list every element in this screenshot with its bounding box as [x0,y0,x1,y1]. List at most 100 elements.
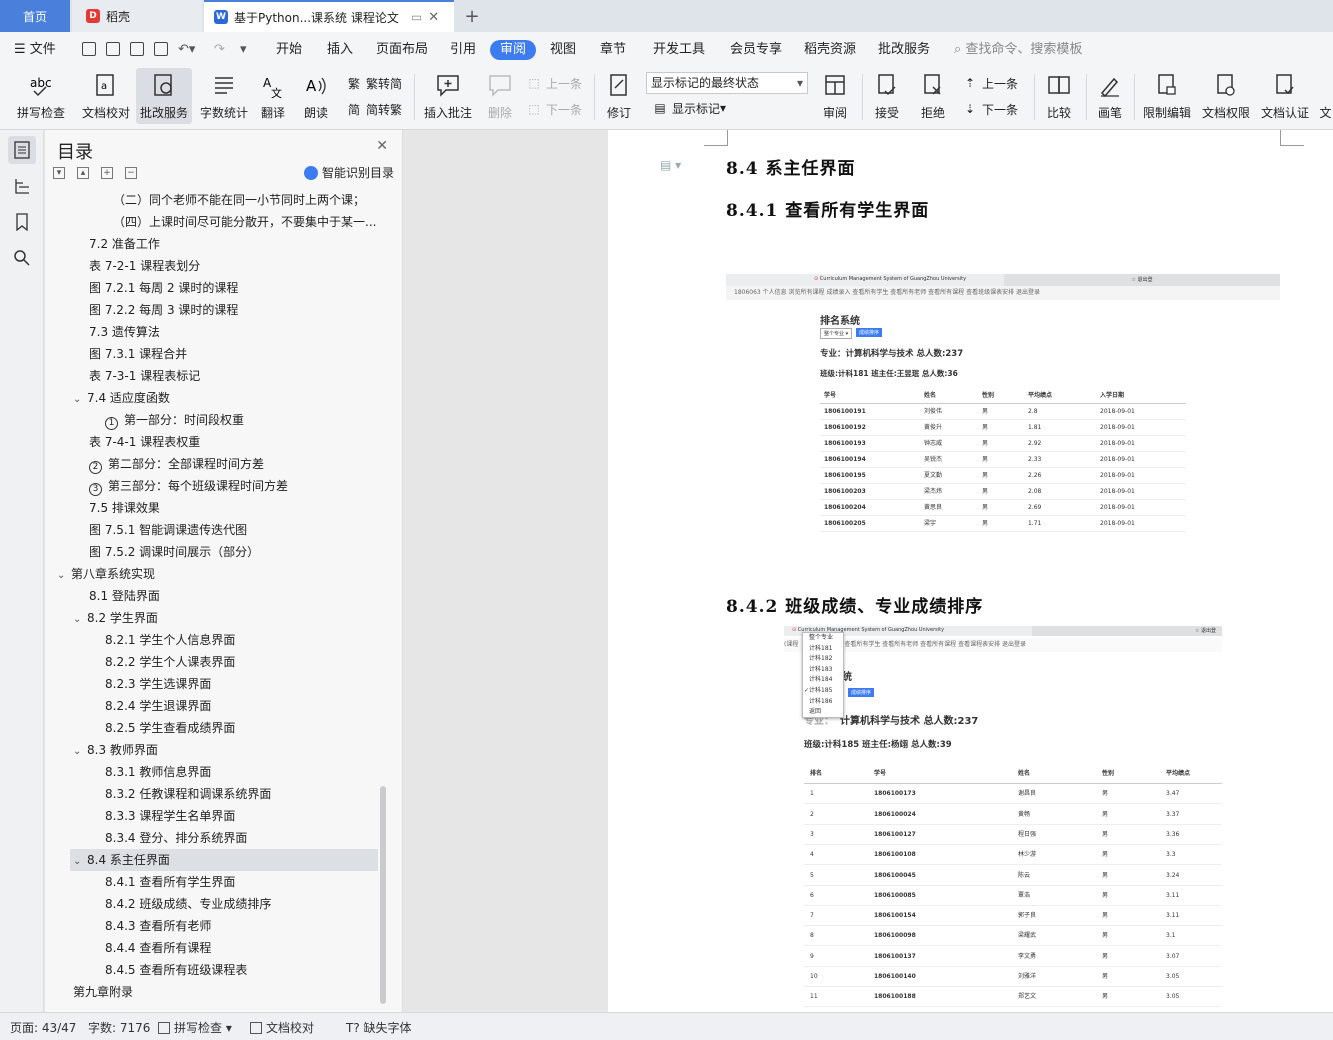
delete-comment-button[interactable]: 删除 [480,68,520,124]
tab-daoke[interactable]: D 稻壳 [72,0,202,32]
reject-button[interactable]: 拒绝 [914,68,952,124]
menu-reference[interactable]: 引用 [450,40,476,60]
search-icon[interactable] [8,244,36,272]
chevron-down-icon[interactable]: ⌄ [73,389,87,409]
chevron-down-icon[interactable]: ▾ [240,40,247,60]
toc-item[interactable]: 图 7.2.2 每周 3 课时的课程 [45,299,377,321]
translate-button[interactable]: A文 翻译 [256,68,290,124]
toc-item[interactable]: 表 7-3-1 课程表标记 [45,365,377,387]
toc-item[interactable]: 表 7-2-1 课程表划分 [45,255,377,277]
toc-item[interactable]: 8.3.4 登分、排分系统界面 [45,827,377,849]
toc-item[interactable]: 图 7.5.2 调课时间展示（部分） [45,541,377,563]
menu-devtools[interactable]: 开发工具 [653,40,705,60]
read-aloud-button[interactable]: A 朗读 [298,68,334,124]
restrict-edit-button[interactable]: 限制编辑 [1140,68,1194,124]
expand-all-icon[interactable]: ▾ [53,167,65,179]
toc-item[interactable]: ⌄ 7.4 适应度函数 [45,387,377,409]
toc-item[interactable]: 8.4.2 班级成绩、专业成绩排序 [45,893,377,915]
next-comment-button[interactable]: ⬚ 下一条 [526,98,582,120]
file-menu[interactable]: ☰ 文件 [14,40,56,60]
undo-icon[interactable]: ↶▾ [178,40,195,60]
doc-cert-button[interactable]: 文档认证 [1258,68,1312,124]
toc-item[interactable]: 2 第二部分：全部课程时间方差 [45,453,377,475]
toc-item[interactable]: 7.5 排课效果 [45,497,377,519]
toc-item[interactable]: 1 第一部分：时间段权重 [45,409,377,431]
export-pdf-icon[interactable] [106,42,120,56]
toc-item[interactable]: ⌄ 8.2 学生界面 [45,607,377,629]
bookmark-icon[interactable] [8,208,36,236]
prev-change-button[interactable]: ⇡ 上一条 [962,72,1018,94]
toc-item[interactable]: 7.3 遗传算法 [45,321,377,343]
chevron-down-icon[interactable]: ⌄ [73,609,87,629]
toc-item[interactable]: 8.2.1 学生个人信息界面 [45,629,377,651]
toc-item[interactable]: ⌄ 8.4 系主任界面 [70,849,378,871]
paragraph-menu-icon[interactable]: ▤ ▾ [660,158,681,172]
pen-button[interactable]: 画笔 [1092,68,1128,124]
compare-button[interactable]: 比较 [1040,68,1078,124]
revise-button[interactable]: 修订 [600,68,638,124]
menu-start[interactable]: 开始 [276,40,302,60]
add-tab-button[interactable]: + [460,0,484,32]
print-preview-icon[interactable] [154,42,168,56]
toc-item[interactable]: 8.3.3 课程学生名单界面 [45,805,377,827]
print-icon[interactable] [130,42,144,56]
menu-chapter[interactable]: 章节 [600,40,626,60]
toc-item[interactable]: 第九章附录 [45,981,377,1003]
toc-item[interactable]: 8.2.5 学生查看成绩界面 [45,717,377,739]
menu-view[interactable]: 视图 [550,40,576,60]
more-ribbon-button[interactable]: 文 [1318,68,1333,124]
toc-item[interactable]: 8.4.3 查看所有老师 [45,915,377,937]
toc-item[interactable]: 8.3.1 教师信息界面 [45,761,377,783]
menu-insert[interactable]: 插入 [327,40,353,60]
toc-item[interactable]: 8.4.5 查看所有班级课程表 [45,959,377,981]
toc-item[interactable]: 3 第三部分：每个班级课程时间方差 [45,475,377,497]
word-count-button[interactable]: 字数统计 [198,68,250,124]
menu-correct-service[interactable]: 批改服务 [878,40,930,60]
toc-item[interactable]: 图 7.5.1 智能调课遗传迭代图 [45,519,377,541]
command-search[interactable]: ⌕ 查找命令、搜索模板 [954,40,1082,60]
toc-pane-icon[interactable] [8,136,36,164]
status-doc-check[interactable]: 文档校对 [250,1019,314,1036]
remove-level-icon[interactable]: − [125,167,137,179]
smart-toc-button[interactable]: 智能识别目录 [303,164,394,181]
close-icon[interactable]: ✕ [376,138,388,154]
toc-item[interactable]: （二）同个老师不能在同一小节同时上两个课； [45,189,377,211]
toc-item[interactable]: 图 7.2.1 每周 2 课时的课程 [45,277,377,299]
tab-home[interactable]: 首页 [0,0,70,32]
simp-to-trad-button[interactable]: 简简转繁 [346,98,402,120]
spell-check-button[interactable]: abc 拼写检查 [10,68,72,124]
tab-document[interactable]: W 基于Python...课系统 课程论文 ▭ ✕ [204,0,454,32]
chevron-down-icon[interactable]: ⌄ [73,851,87,871]
prev-comment-button[interactable]: ⬚ 上一条 [526,72,582,94]
missing-font-button[interactable]: T? 缺失字体 [346,1019,412,1036]
toc-item[interactable]: 8.2.4 学生退课界面 [45,695,377,717]
toc-item[interactable]: 8.2.3 学生选课界面 [45,673,377,695]
toc-item[interactable]: 8.3.2 任教课程和调课系统界面 [45,783,377,805]
toc-item[interactable]: （四）上课时间尽可能分散开，不要集中于某一... [45,211,377,233]
toc-item[interactable]: 图 7.3.1 课程合并 [45,343,377,365]
toc-item[interactable]: 8.4.1 查看所有学生界面 [45,871,377,893]
redo-icon[interactable]: ↷ [214,40,225,60]
menu-layout[interactable]: 页面布局 [376,40,428,60]
show-marks-button[interactable]: ▤ 显示标记 ▾ [652,97,726,119]
doc-permission-button[interactable]: 文档权限 [1200,68,1252,124]
menu-daoke-resources[interactable]: 稻壳资源 [804,40,856,60]
trad-to-simp-button[interactable]: 繁繁转简 [346,72,402,94]
status-spell-check[interactable]: 拼写检查 ▾ [158,1019,232,1036]
toc-item[interactable]: 表 7-4-1 课程表权重 [45,431,377,453]
word-count[interactable]: 字数: 7176 [88,1019,150,1036]
collapse-all-icon[interactable]: ▴ [77,167,89,179]
close-icon[interactable]: ✕ [428,10,439,25]
save-icon[interactable] [82,42,96,56]
menu-review[interactable]: 审阅 [490,40,537,60]
correct-service-button[interactable]: 批改服务 [136,68,192,124]
toc-scrollbar[interactable] [380,786,386,1004]
next-change-button[interactable]: ⇣ 下一条 [962,98,1018,120]
toc-item[interactable]: ⌄ 第八章系统实现 [45,563,377,585]
review-pane-button[interactable]: 审阅 [816,68,854,124]
chapter-nav-icon[interactable] [8,172,36,200]
menu-vip[interactable]: 会员专享 [730,40,782,60]
add-level-icon[interactable]: + [101,167,113,179]
toc-item[interactable]: 8.2.2 学生个人课表界面 [45,651,377,673]
markup-status-select[interactable]: 显示标记的最终状态 [646,72,808,94]
